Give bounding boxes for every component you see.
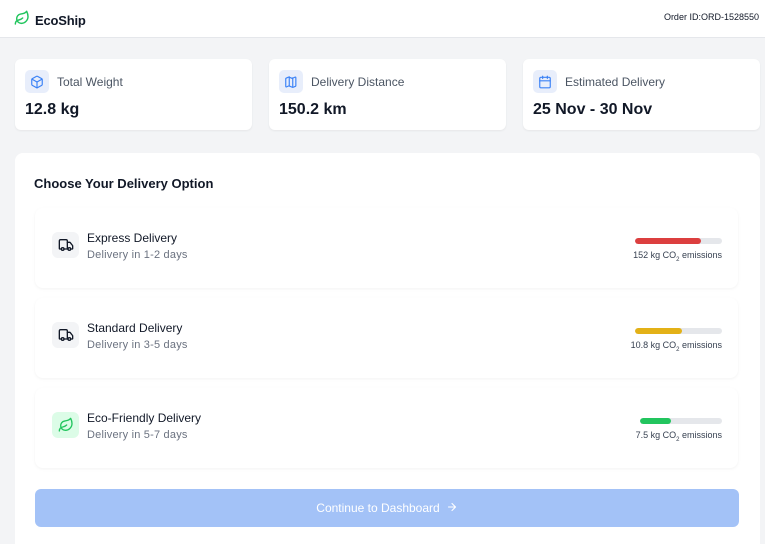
stat-card-distance: Delivery Distance 150.2 km [269, 59, 506, 130]
order-id: Order ID:ORD-1528550 [664, 12, 759, 22]
brand[interactable]: EcoShip [14, 10, 86, 31]
emission-bar [640, 418, 722, 424]
emissions-suffix: emissions [679, 430, 722, 440]
option-time: Delivery in 1-2 days [87, 249, 188, 261]
stat-card-weight: Total Weight 12.8 kg [15, 59, 252, 130]
truck-icon [52, 322, 79, 348]
emission-bar-fill [635, 328, 682, 334]
stat-card-estimated: Estimated Delivery 25 Nov - 30 Nov [523, 59, 760, 130]
leaf-icon [52, 412, 79, 438]
delivery-options-panel: Choose Your Delivery Option Express Deli… [15, 153, 760, 544]
order-id-value: ORD-1528550 [700, 12, 759, 22]
emissions-unit: kg CO [650, 340, 677, 350]
calendar-icon [533, 70, 557, 93]
truck-icon [52, 232, 79, 258]
emission-bar [635, 328, 722, 334]
emissions-value: 7.5 [635, 430, 649, 440]
panel-title: Choose Your Delivery Option [34, 176, 214, 191]
stat-label: Delivery Distance [311, 75, 405, 89]
emissions-value: 152 [633, 250, 649, 260]
emission-bar-fill [635, 238, 702, 244]
emission-bar-fill [640, 418, 672, 424]
leaf-icon [14, 10, 30, 31]
option-express[interactable]: Express Delivery Delivery in 1-2 days 15… [35, 208, 738, 288]
option-name: Standard Delivery [87, 321, 183, 335]
cta-label: Continue to Dashboard [316, 501, 440, 515]
emission-bar [635, 238, 722, 244]
emissions-suffix: emissions [679, 250, 722, 260]
stat-label: Total Weight [57, 75, 123, 89]
arrow-right-icon [446, 501, 458, 516]
option-standard[interactable]: Standard Delivery Delivery in 3-5 days 1… [35, 298, 738, 378]
emissions-text: 152 kg CO2 emissions [633, 250, 722, 263]
brand-name: EcoShip [35, 13, 86, 28]
emissions-unit: kg CO [650, 430, 677, 440]
emissions-value: 10.8 [630, 340, 649, 350]
package-icon [25, 70, 49, 93]
option-name: Eco-Friendly Delivery [87, 411, 202, 425]
option-eco-friendly[interactable]: Eco-Friendly Delivery Delivery in 5-7 da… [35, 388, 738, 468]
option-time: Delivery in 5-7 days [87, 429, 188, 441]
continue-to-dashboard-button[interactable]: Continue to Dashboard [35, 489, 739, 527]
emissions-suffix: emissions [679, 340, 722, 350]
emissions-unit: kg CO [650, 250, 677, 260]
map-icon [279, 70, 303, 93]
stat-value: 150.2 km [279, 101, 347, 118]
emissions-text: 10.8 kg CO2 emissions [631, 340, 722, 353]
top-header: EcoShip Order ID:ORD-1528550 [0, 0, 765, 38]
option-time: Delivery in 3-5 days [87, 339, 188, 351]
stat-label: Estimated Delivery [565, 75, 666, 89]
order-id-label: Order ID: [663, 12, 701, 22]
option-name: Express Delivery [87, 231, 178, 245]
emissions-text: 7.5 kg CO2 emissions [636, 430, 722, 443]
stat-value: 25 Nov - 30 Nov [533, 101, 653, 118]
stat-value: 12.8 kg [25, 101, 80, 118]
